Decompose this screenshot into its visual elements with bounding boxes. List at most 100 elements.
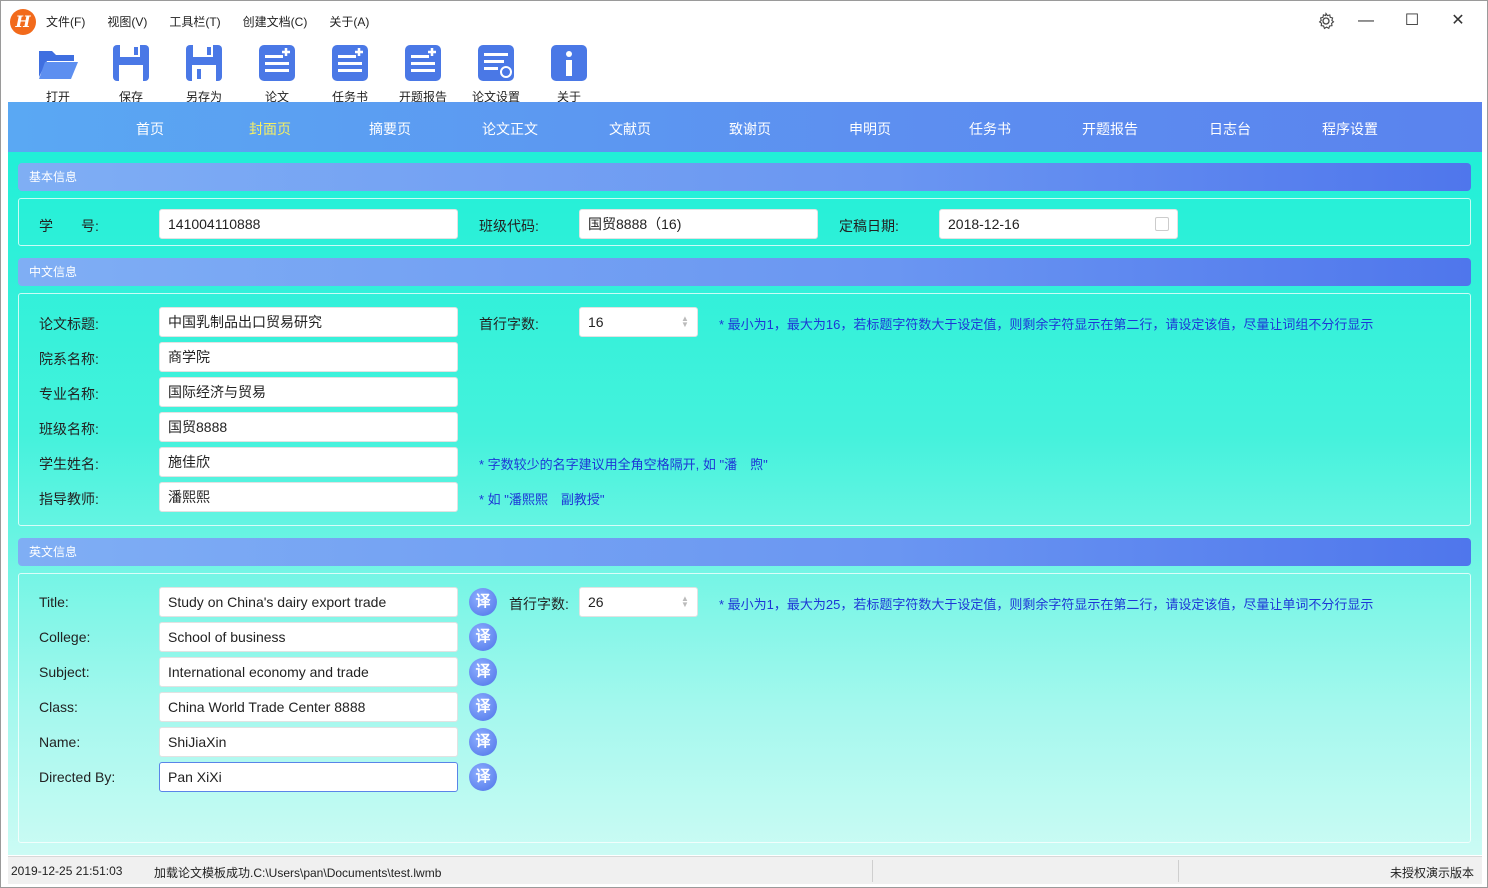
document-add-icon xyxy=(332,45,368,81)
cn-first-line-label: 首行字数: xyxy=(479,316,539,332)
save-as-icon xyxy=(186,45,222,81)
tab-declaration[interactable]: 申明页 xyxy=(849,119,891,139)
translate-college-button[interactable]: 译 xyxy=(469,623,497,651)
close-icon[interactable]: ✕ xyxy=(1443,9,1473,33)
student-name-input[interactable]: 施佳欣 xyxy=(159,447,458,477)
en-title-input[interactable]: Study on China's dairy export trade xyxy=(159,587,458,617)
cn-first-line-stepper[interactable]: 16 ▲ ▼ xyxy=(579,307,698,337)
en-class-label: Class: xyxy=(39,699,78,715)
tab-proposal[interactable]: 开题报告 xyxy=(1082,119,1138,139)
tab-task-book[interactable]: 任务书 xyxy=(969,119,1011,139)
status-message: 加载论文模板成功.C:\Users\pan\Documents\test.lwm… xyxy=(154,866,442,880)
maximize-icon[interactable]: ☐ xyxy=(1397,9,1427,33)
spinner-icon[interactable]: ▲ ▼ xyxy=(681,595,689,609)
en-name-label: Name: xyxy=(39,734,81,750)
calendar-icon[interactable] xyxy=(1155,217,1169,231)
class-code-label: 班级代码: xyxy=(479,218,539,234)
proposal-button[interactable]: 开题报告 xyxy=(393,43,453,105)
menu-view[interactable]: 视图(V) xyxy=(107,13,147,30)
about-button[interactable]: 关于 xyxy=(539,43,599,105)
student-id-input[interactable]: 141004110888 xyxy=(159,209,458,239)
final-date-value: 2018-12-16 xyxy=(948,216,1020,232)
open-button[interactable]: 打开 xyxy=(28,43,88,105)
student-name-hint: * 字数较少的名字建议用全角空格隔开, 如 "潘 煦" xyxy=(479,457,768,472)
folder-open-icon xyxy=(39,51,78,79)
tab-cover[interactable]: 封面页 xyxy=(249,119,291,139)
class-name-label: 班级名称: xyxy=(39,421,99,437)
en-class-input[interactable]: China World Trade Center 8888 xyxy=(159,692,458,722)
student-name-label: 学生姓名: xyxy=(39,456,99,472)
toolbar: 打开 保存 另存为 论文 任务书 开题报告 论文设置 关于 xyxy=(1,39,1487,104)
thesis-title-label: 论文标题: xyxy=(39,316,99,332)
thesis-title-input[interactable]: 中国乳制品出口贸易研究 xyxy=(159,307,458,337)
status-bar: 2019-12-25 21:51:03 加载论文模板成功.C:\Users\pa… xyxy=(8,856,1482,884)
menu-create-doc[interactable]: 创建文档(C) xyxy=(243,13,308,30)
spinner-icon[interactable]: ▲ ▼ xyxy=(681,315,689,329)
translate-title-button[interactable]: 译 xyxy=(469,588,497,616)
major-label: 专业名称: xyxy=(39,386,99,402)
en-name-input[interactable]: ShiJiaXin xyxy=(159,727,458,757)
thesis-settings-button[interactable]: 论文设置 xyxy=(466,43,526,105)
menu-toolbar[interactable]: 工具栏(T) xyxy=(169,13,220,30)
translate-subject-button[interactable]: 译 xyxy=(469,658,497,686)
dept-input[interactable]: 商学院 xyxy=(159,342,458,372)
en-title-label: Title: xyxy=(39,594,69,610)
document-settings-icon xyxy=(478,45,514,81)
tab-log[interactable]: 日志台 xyxy=(1209,119,1251,139)
menu-bar: 文件(F) 视图(V) 工具栏(T) 创建文档(C) 关于(A) xyxy=(46,13,391,30)
tab-settings[interactable]: 程序设置 xyxy=(1322,119,1378,139)
translate-name-button[interactable]: 译 xyxy=(469,728,497,756)
directed-by-label: Directed By: xyxy=(39,769,116,785)
directed-by-input[interactable]: Pan XiXi xyxy=(159,762,458,792)
task-book-button[interactable]: 任务书 xyxy=(320,43,380,105)
final-date-picker[interactable]: 2018-12-16 xyxy=(939,209,1178,239)
tab-references[interactable]: 文献页 xyxy=(609,119,651,139)
tab-body[interactable]: 论文正文 xyxy=(482,119,538,139)
nav-tabs: 首页 封面页 摘要页 论文正文 文献页 致谢页 申明页 任务书 开题报告 日志台… xyxy=(8,102,1482,152)
menu-file[interactable]: 文件(F) xyxy=(46,13,85,30)
subject-label: Subject: xyxy=(39,664,90,680)
menu-about[interactable]: 关于(A) xyxy=(329,13,369,30)
en-first-line-stepper[interactable]: 26 ▲ ▼ xyxy=(579,587,698,617)
section-basic-header: 基本信息 xyxy=(18,163,1471,191)
section-chinese-header: 中文信息 xyxy=(18,258,1471,286)
status-time: 2019-12-25 21:51:03 xyxy=(11,864,123,878)
translate-class-button[interactable]: 译 xyxy=(469,693,497,721)
translate-directed-button[interactable]: 译 xyxy=(469,763,497,791)
major-input[interactable]: 国际经济与贸易 xyxy=(159,377,458,407)
document-add-icon xyxy=(405,45,441,81)
class-code-input[interactable]: 国贸8888（16) xyxy=(579,209,818,239)
cn-first-line-hint: * 最小为1，最大为16，若标题字符数大于设定值，则剩余字符显示在第二行，请设定… xyxy=(719,317,1374,332)
final-date-label: 定稿日期: xyxy=(839,218,899,234)
college-label: College: xyxy=(39,629,91,645)
cn-first-line-value: 16 xyxy=(588,314,604,330)
gear-icon[interactable] xyxy=(1311,9,1341,33)
teacher-input[interactable]: 潘熙熙 xyxy=(159,482,458,512)
thesis-button[interactable]: 论文 xyxy=(247,43,307,105)
tab-abstract[interactable]: 摘要页 xyxy=(369,119,411,139)
subject-input[interactable]: International economy and trade xyxy=(159,657,458,687)
save-icon xyxy=(113,45,149,81)
section-english-header: 英文信息 xyxy=(18,538,1471,566)
document-add-icon xyxy=(259,45,295,81)
cover-page-form: 基本信息 学 号: 141004110888 班级代码: 国贸8888（16) … xyxy=(8,152,1482,855)
status-license: 未授权演示版本 xyxy=(1390,866,1475,880)
minimize-icon[interactable]: — xyxy=(1351,9,1381,33)
student-id-label: 学 号: xyxy=(39,218,99,234)
status-divider xyxy=(872,860,873,882)
app-window: H 文件(F) 视图(V) 工具栏(T) 创建文档(C) 关于(A) — ☐ ✕… xyxy=(0,0,1488,888)
app-logo: H xyxy=(10,9,36,35)
college-input[interactable]: School of business xyxy=(159,622,458,652)
en-first-line-label: 首行字数: xyxy=(509,596,569,612)
save-button[interactable]: 保存 xyxy=(101,43,161,105)
tab-home[interactable]: 首页 xyxy=(136,119,164,139)
en-first-line-hint: * 最小为1，最大为25，若标题字符数大于设定值，则剩余字符显示在第二行，请设定… xyxy=(719,597,1374,612)
en-first-line-value: 26 xyxy=(588,594,604,610)
tab-acknowledgement[interactable]: 致谢页 xyxy=(729,119,771,139)
class-name-input[interactable]: 国贸8888 xyxy=(159,412,458,442)
teacher-label: 指导教师: xyxy=(39,491,99,507)
status-divider xyxy=(1178,860,1179,882)
title-bar: H 文件(F) 视图(V) 工具栏(T) 创建文档(C) 关于(A) — ☐ ✕ xyxy=(1,1,1487,39)
save-as-button[interactable]: 另存为 xyxy=(174,43,234,105)
teacher-hint: * 如 "潘熙熙 副教授" xyxy=(479,492,605,507)
